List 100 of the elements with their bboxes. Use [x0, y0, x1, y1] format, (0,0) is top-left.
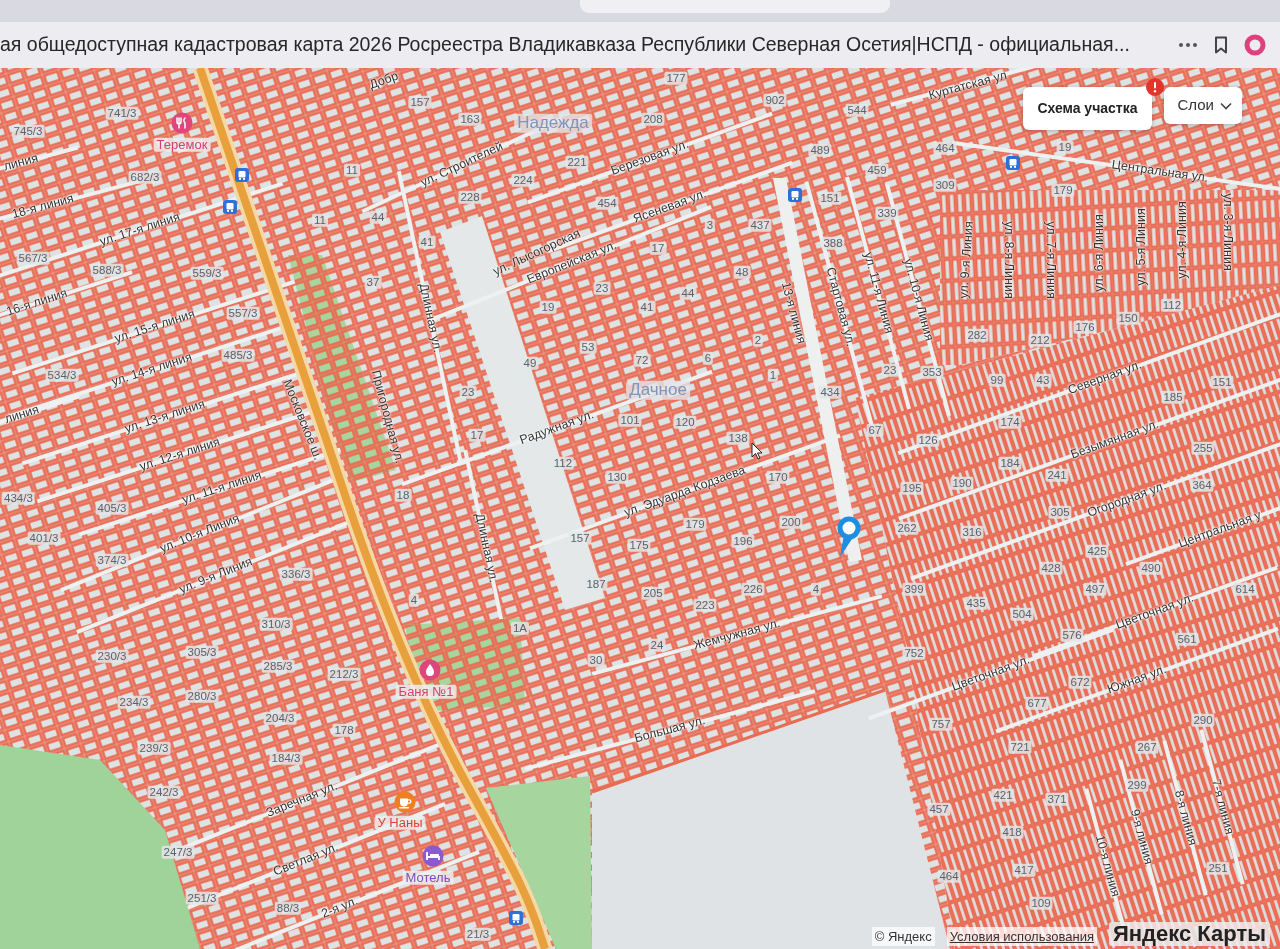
parcel-number: 262 [895, 521, 919, 535]
bus-stop-icon[interactable] [1006, 156, 1020, 170]
parcel-number: 101 [618, 413, 642, 427]
place-label[interactable]: Баня №1 [395, 684, 457, 700]
bus-stop-icon[interactable] [509, 911, 523, 925]
parcel-number: 310/3 [259, 617, 293, 631]
parcel-number: 305/3 [185, 645, 219, 659]
parcel-number: 336/3 [279, 567, 313, 581]
street-label: Добр [367, 69, 401, 93]
parcel-number: 184 [998, 456, 1022, 470]
parcel-number: 241 [1045, 468, 1069, 482]
street-label: 9-я линия [1127, 808, 1155, 866]
street-label: 8-я линия [1171, 789, 1199, 847]
street-label: Длинная ул. [415, 282, 445, 354]
parcel-number: 255 [1191, 441, 1215, 455]
parcel-number: 224 [511, 173, 535, 187]
fork-knife-marker-icon[interactable] [171, 112, 193, 134]
street-label: ул. 13-я линия [123, 397, 207, 437]
parcel-number: 53 [579, 340, 597, 354]
parcel-number: 48 [733, 265, 751, 279]
street-label: ул. 4-я Линия [1176, 201, 1190, 279]
street-label: 7-я линия [1208, 778, 1236, 836]
parcel-number: 316 [960, 525, 984, 539]
street-label: линия [2, 151, 40, 175]
street-label: 10-я линия [1092, 833, 1122, 899]
street-label: ул. 11-я Линия [860, 250, 896, 336]
street-label: 2-я ул. [319, 894, 361, 922]
street-label: ул. 10-я Линия [158, 511, 242, 557]
parcel-number: 151 [818, 191, 842, 205]
parcel-number: 190 [950, 476, 974, 490]
parcel-number: 567/3 [16, 251, 50, 265]
more-icon[interactable] [1178, 42, 1198, 48]
ring-icon[interactable] [1244, 34, 1266, 56]
parcel-number: 454 [595, 196, 619, 210]
parcel-number: 120 [673, 415, 697, 429]
parcel-number: 251/3 [185, 891, 219, 905]
parcel-number: 721 [1008, 740, 1032, 754]
street-label: 16-я линия [4, 286, 70, 320]
parcel-number: 504 [1010, 607, 1034, 621]
parcel-number: 459 [865, 163, 889, 177]
parcel-number: 19 [539, 300, 557, 314]
street-label: ул. 9-я Линия [957, 220, 977, 300]
parcel-number: 364 [1190, 478, 1214, 492]
parcel-number: 44 [679, 286, 697, 300]
parcel-number: 151 [1210, 375, 1234, 389]
parcel-number: 239/3 [137, 741, 171, 755]
place-label[interactable]: У Наны [374, 815, 426, 831]
parcel-number: 752 [902, 646, 926, 660]
parcel-number: 24 [648, 638, 666, 652]
parcel-number: 672 [1068, 675, 1092, 689]
place-label[interactable]: Мотель [402, 870, 454, 886]
parcel-number: 184/3 [269, 751, 303, 765]
parcel-number: 175 [627, 538, 651, 552]
parcel-number: 464 [937, 869, 961, 883]
parcel-number: 339 [875, 206, 899, 220]
parcel-number: 212 [1028, 333, 1052, 347]
parcel-number: 67 [866, 423, 884, 437]
parcel-number: 2 [752, 333, 764, 347]
bookmark-icon[interactable] [1214, 36, 1228, 54]
street-label: ул. 9-я Линия [177, 555, 255, 597]
parcel-number: 221 [565, 155, 589, 169]
parcel-number: 388 [821, 236, 845, 250]
parcel-number: 247/3 [161, 845, 195, 859]
parcel-number: 178 [332, 723, 356, 737]
map-pin-icon[interactable] [837, 516, 861, 558]
parcel-number: 157 [408, 95, 432, 109]
parcel-number: 17 [649, 241, 667, 255]
street-label: Большая ул. [633, 713, 707, 747]
parcel-number: 588/3 [90, 263, 124, 277]
parcel-number: 285/3 [261, 659, 295, 673]
parcel-number: 4 [810, 582, 822, 596]
parcel-number: 267 [1135, 740, 1159, 754]
parcel-number: 23 [459, 385, 477, 399]
parcel-number: 435 [964, 596, 988, 610]
bed-marker-icon[interactable] [422, 845, 444, 867]
parcel-number: 757 [929, 717, 953, 731]
layers-dropdown[interactable]: Слои [1163, 87, 1242, 124]
parcel-number: 374/3 [95, 553, 129, 567]
parcel-number: 174 [998, 415, 1022, 429]
parcel-number: 179 [1051, 183, 1075, 197]
parcel-number: 280/3 [185, 689, 219, 703]
parcel-number: 1 [767, 368, 779, 382]
parcel-number: 557/3 [226, 306, 260, 320]
scheme-button[interactable]: Схема участка [1023, 87, 1152, 130]
cup-marker-icon[interactable] [394, 791, 416, 813]
district-label: Надежда [514, 113, 592, 133]
bus-stop-icon[interactable] [235, 168, 249, 182]
bus-stop-icon[interactable] [788, 188, 802, 202]
parcel-number: 11 [344, 163, 360, 177]
parcel-number: 417 [1012, 863, 1036, 877]
parcel-number: 49 [521, 356, 539, 370]
parcel-number: 196 [731, 534, 755, 548]
street-label: ул. 3-я Линия [1220, 193, 1234, 271]
place-label[interactable]: Теремок [153, 137, 211, 153]
parcel-number: 176 [1073, 320, 1097, 334]
drop-marker-icon[interactable] [419, 659, 441, 681]
parcel-number: 109 [1029, 896, 1053, 910]
street-label: ул. 8-я Линия [1001, 221, 1015, 299]
bus-stop-icon[interactable] [223, 200, 237, 214]
parcel-number: 126 [916, 433, 940, 447]
